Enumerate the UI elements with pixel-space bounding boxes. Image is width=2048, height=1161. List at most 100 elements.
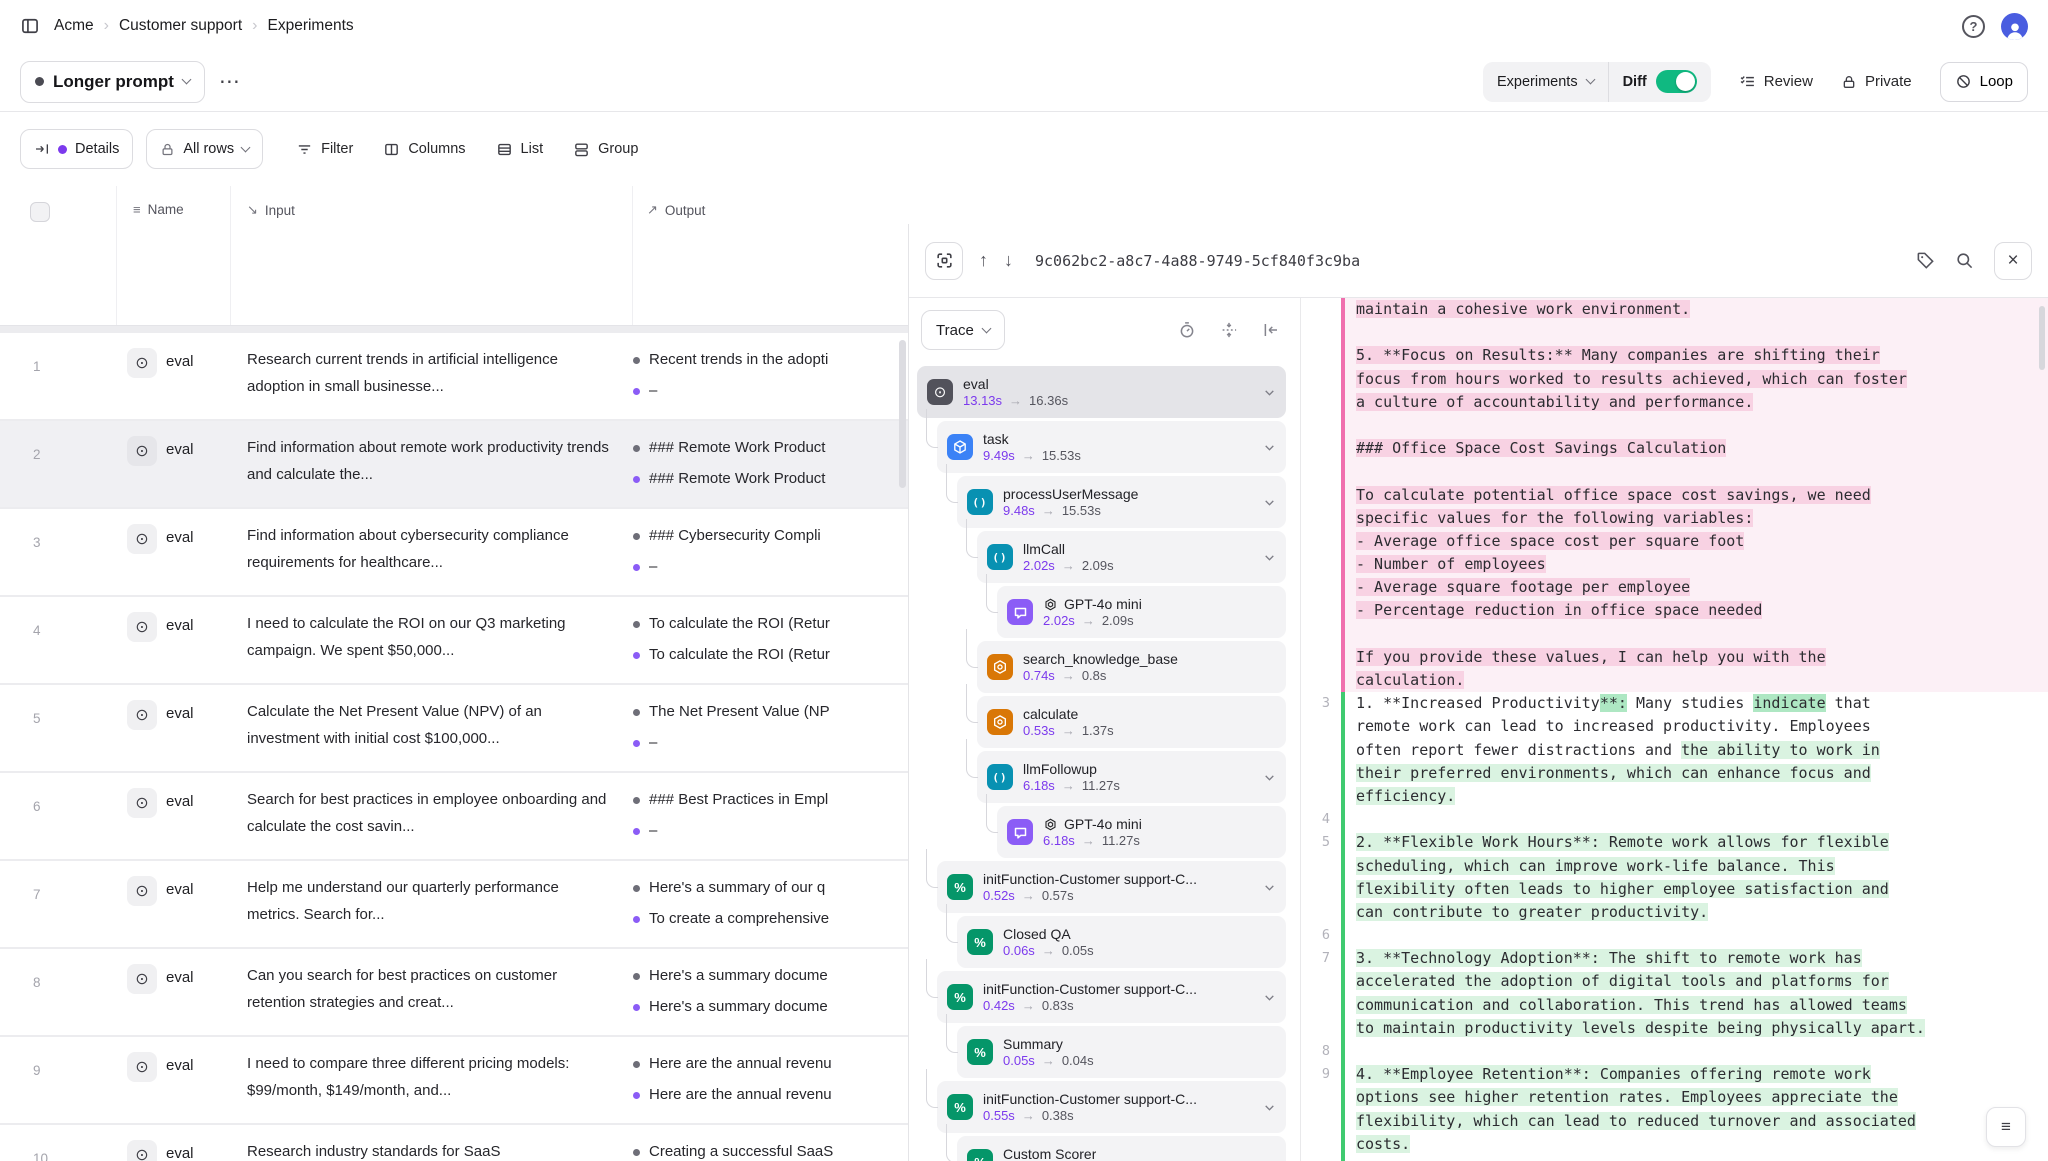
row-output: ### Best Practices in Empl– [633, 773, 908, 859]
trace-span-row[interactable]: calculate0.53s→1.37s [977, 696, 1286, 748]
diff-added-line: 8 [1301, 1040, 2048, 1063]
collapse-all-icon[interactable] [1220, 321, 1238, 339]
line-number [1301, 530, 1341, 553]
group-button[interactable]: Group [561, 129, 650, 169]
eval-icon: ⊙ [127, 1052, 157, 1082]
rows-filter-button[interactable]: All rows [146, 129, 263, 169]
diff-toggle-group: Diff [1609, 62, 1711, 102]
added-span: 2. **Flexible Work Hours**: Remote work … [1356, 833, 1889, 851]
review-button[interactable]: Review [1739, 73, 1813, 90]
trace-span-row[interactable]: %Closed QA0.06s→0.05s [957, 916, 1286, 968]
diff-removed-line: maintain a cohesive work environment. [1301, 298, 2048, 321]
diff-line-text: flexibility, which can lead to reduced t… [1341, 1110, 2048, 1133]
span-info: task9.49s→15.53s [983, 431, 1081, 463]
table-row[interactable]: 1⊙evalResearch current trends in artific… [0, 333, 908, 419]
private-button[interactable]: Private [1841, 73, 1912, 90]
diff-added-line: their preferred environments, which can … [1301, 762, 2048, 785]
row-number: 9 [0, 1037, 117, 1123]
sidebar-toggle-icon[interactable] [20, 16, 40, 36]
span-duration: 9.48s [1003, 503, 1035, 518]
top-bar: Acme › Customer support › Experiments ? [0, 0, 2048, 52]
avatar[interactable] [2001, 13, 2028, 40]
span-info: llmFollowup6.18s→11.27s [1023, 761, 1120, 793]
tag-icon[interactable] [1916, 251, 1935, 270]
output-line: To calculate the ROI (Retur [633, 613, 908, 635]
trace-span-row[interactable]: %initFunction-Customer support-C...0.42s… [937, 971, 1286, 1023]
list-button[interactable]: List [484, 129, 556, 169]
trace-span-row[interactable]: %Summary0.05s→0.04s [957, 1026, 1286, 1078]
view-selector[interactable]: Experiments [1483, 62, 1608, 102]
diff-line-text: If you provide these values, I can help … [1341, 646, 2048, 669]
diff-line-text: focus from hours worked to results achie… [1341, 368, 2048, 391]
trace-span-row[interactable]: %initFunction-Customer support-C...0.55s… [937, 1081, 1286, 1133]
trace-span-row[interactable]: task9.49s→15.53s [937, 421, 1286, 473]
output-line: ### Remote Work Product [633, 468, 908, 490]
diff-added-line: 94. **Employee Retention**: Companies of… [1301, 1063, 2048, 1086]
table-row[interactable]: 9⊙evalI need to compare three different … [0, 1037, 908, 1123]
table-row[interactable]: 2⊙evalFind information about remote work… [0, 421, 908, 507]
line-number [1301, 855, 1341, 878]
table-row[interactable]: 5⊙evalCalculate the Net Present Value (N… [0, 685, 908, 771]
percent-icon: % [967, 929, 993, 955]
diff-line-text: 5. **Focus on Results:** Many companies … [1341, 344, 2048, 367]
trace-span-row[interactable]: %initFunction-Customer support-C...0.52s… [937, 861, 1286, 913]
trace-span-row[interactable]: GPT-4o mini2.02s→2.09s [997, 586, 1286, 638]
trace-span-row[interactable]: ()llmFollowup6.18s→11.27s [977, 751, 1286, 803]
breadcrumb-page[interactable]: Experiments [267, 17, 353, 35]
output-line: ### Cybersecurity Compli [633, 525, 908, 547]
details-button[interactable]: Details [20, 129, 133, 169]
trace-span-row[interactable]: search_knowledge_base0.74s→0.8s [977, 641, 1286, 693]
experiment-name: Longer prompt [53, 72, 174, 92]
diff-removed-line [1301, 414, 2048, 437]
table-scrollbar[interactable] [899, 340, 906, 488]
help-icon[interactable]: ? [1962, 15, 1985, 38]
table-row[interactable]: 7⊙evalHelp me understand our quarterly p… [0, 861, 908, 947]
checklist-icon [1739, 73, 1756, 90]
row-name: eval [166, 436, 194, 458]
column-header-name[interactable]: Name [148, 202, 184, 217]
trace-span-row[interactable]: %Custom Scorer0.06s→0.04s [957, 1136, 1286, 1161]
trace-span-row[interactable]: GPT-4o mini6.18s→11.27s [997, 806, 1286, 858]
column-header-output[interactable]: Output [665, 203, 706, 218]
results-pane: Details All rows Filter Columns [0, 112, 908, 1161]
filter-button[interactable]: Filter [284, 129, 365, 169]
columns-button[interactable]: Columns [371, 129, 477, 169]
table-row[interactable]: 4⊙evalI need to calculate the ROI on our… [0, 597, 908, 683]
line-number [1301, 878, 1341, 901]
collapse-left-icon[interactable] [1262, 321, 1280, 339]
outline-button[interactable]: ≡ [1986, 1107, 2026, 1147]
table-row[interactable]: 10⊙evalResearch industry standards for S… [0, 1125, 908, 1161]
experiment-selector[interactable]: Longer prompt [20, 61, 205, 103]
breadcrumb-separator-icon: › [104, 17, 109, 35]
breadcrumb-project[interactable]: Customer support [119, 17, 242, 35]
close-panel-button[interactable]: × [1994, 242, 2032, 280]
span-info: llmCall2.02s→2.09s [1023, 541, 1114, 573]
diff-toggle[interactable] [1656, 70, 1697, 93]
column-header-input[interactable]: Input [265, 203, 295, 218]
row-number: 1 [0, 333, 117, 419]
table-row[interactable]: 6⊙evalSearch for best practices in emplo… [0, 773, 908, 859]
diff-scrollbar[interactable] [2039, 306, 2045, 370]
diff-removed-line: - Percentage reduction in office space n… [1301, 599, 2048, 622]
table-row[interactable]: 8⊙evalCan you search for best practices … [0, 949, 908, 1035]
loop-button[interactable]: Loop [1940, 62, 2028, 102]
trace-span-row[interactable]: ()processUserMessage9.48s→15.53s [957, 476, 1286, 528]
table-row[interactable]: 3⊙evalFind information about cybersecuri… [0, 509, 908, 595]
added-span: flexibility often leads to higher employ… [1356, 880, 1889, 898]
more-options-icon[interactable]: ⋯ [219, 69, 241, 94]
arrow-out-icon: ↗ [647, 202, 658, 218]
search-icon[interactable] [1955, 251, 1974, 270]
trace-span-row[interactable]: ⊙eval13.13s→16.36s [917, 366, 1286, 418]
filter-label: Filter [321, 141, 353, 157]
previous-row-icon[interactable]: ↑ [979, 250, 988, 271]
trace-span-row[interactable]: ()llmCall2.02s→2.09s [977, 531, 1286, 583]
breadcrumb-org[interactable]: Acme [54, 17, 94, 35]
cube-icon [947, 434, 973, 460]
line-number [1301, 1017, 1341, 1040]
next-row-icon[interactable]: ↓ [1004, 250, 1013, 271]
trace-view-selector[interactable]: Trace [921, 310, 1005, 350]
expand-trace-icon[interactable] [925, 242, 963, 280]
line-number [1301, 762, 1341, 785]
select-all-checkbox[interactable] [30, 202, 50, 222]
timing-icon[interactable] [1178, 321, 1196, 339]
